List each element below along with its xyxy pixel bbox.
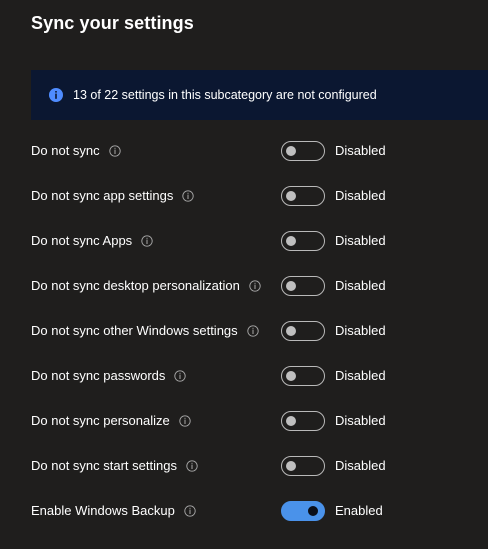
toggle-knob (286, 371, 296, 381)
setting-row: Do not sync other Windows settings Disab… (31, 308, 488, 353)
setting-toggle[interactable] (281, 276, 325, 296)
setting-toggle[interactable] (281, 411, 325, 431)
setting-row: Do not sync desktop personalization Disa… (31, 263, 488, 308)
setting-toggle[interactable] (281, 501, 325, 521)
toggle-knob (286, 146, 296, 156)
settings-list: Do not sync Disabled Do not sync app set… (31, 128, 488, 533)
setting-label: Do not sync Apps (31, 233, 133, 248)
info-icon (49, 88, 63, 102)
toggle-state-text: Disabled (335, 143, 386, 158)
toggle-knob (286, 461, 296, 471)
setting-row: Enable Windows Backup Enabled (31, 488, 488, 533)
toggle-state-text: Disabled (335, 233, 386, 248)
setting-toggle[interactable] (281, 321, 325, 341)
setting-toggle[interactable] (281, 456, 325, 476)
banner-text: 13 of 22 settings in this subcategory ar… (73, 88, 377, 102)
toggle-state-text: Disabled (335, 188, 386, 203)
toggle-knob (286, 326, 296, 336)
toggle-state-text: Disabled (335, 458, 386, 473)
setting-label: Do not sync (31, 143, 100, 158)
toggle-state-text: Disabled (335, 323, 386, 338)
setting-row: Do not sync Disabled (31, 128, 488, 173)
setting-row: Do not sync start settings Disabled (31, 443, 488, 488)
info-help-icon[interactable] (186, 459, 198, 472)
info-help-icon[interactable] (249, 279, 261, 292)
info-banner: 13 of 22 settings in this subcategory ar… (31, 70, 488, 120)
info-help-icon[interactable] (182, 189, 195, 202)
setting-label: Do not sync personalize (31, 413, 170, 428)
page-title: Sync your settings (31, 13, 194, 33)
setting-label: Do not sync start settings (31, 458, 177, 473)
setting-toggle[interactable] (281, 366, 325, 386)
setting-toggle[interactable] (281, 186, 325, 206)
info-help-icon[interactable] (184, 504, 196, 517)
info-help-icon[interactable] (179, 414, 191, 427)
toggle-knob (286, 236, 296, 246)
setting-label: Do not sync other Windows settings (31, 323, 238, 338)
info-help-icon[interactable] (174, 369, 187, 382)
toggle-state-text: Disabled (335, 413, 386, 428)
setting-label: Do not sync passwords (31, 368, 166, 383)
setting-row: Do not sync personalize Disabled (31, 398, 488, 443)
info-help-icon[interactable] (109, 144, 121, 157)
toggle-knob (308, 506, 318, 516)
setting-toggle[interactable] (281, 141, 325, 161)
toggle-state-text: Enabled (335, 503, 383, 518)
toggle-state-text: Disabled (335, 368, 386, 383)
setting-label: Do not sync app settings (31, 188, 174, 203)
toggle-knob (286, 281, 296, 291)
toggle-knob (286, 191, 296, 201)
setting-toggle[interactable] (281, 231, 325, 251)
info-help-icon[interactable] (141, 234, 153, 247)
setting-row: Do not sync passwords Disabled (31, 353, 488, 398)
toggle-state-text: Disabled (335, 278, 386, 293)
setting-row: Do not sync Apps Disabled (31, 218, 488, 263)
setting-label: Do not sync desktop personalization (31, 278, 240, 293)
setting-label: Enable Windows Backup (31, 503, 175, 518)
setting-row: Do not sync app settings Disabled (31, 173, 488, 218)
info-help-icon[interactable] (247, 324, 259, 337)
toggle-knob (286, 416, 296, 426)
